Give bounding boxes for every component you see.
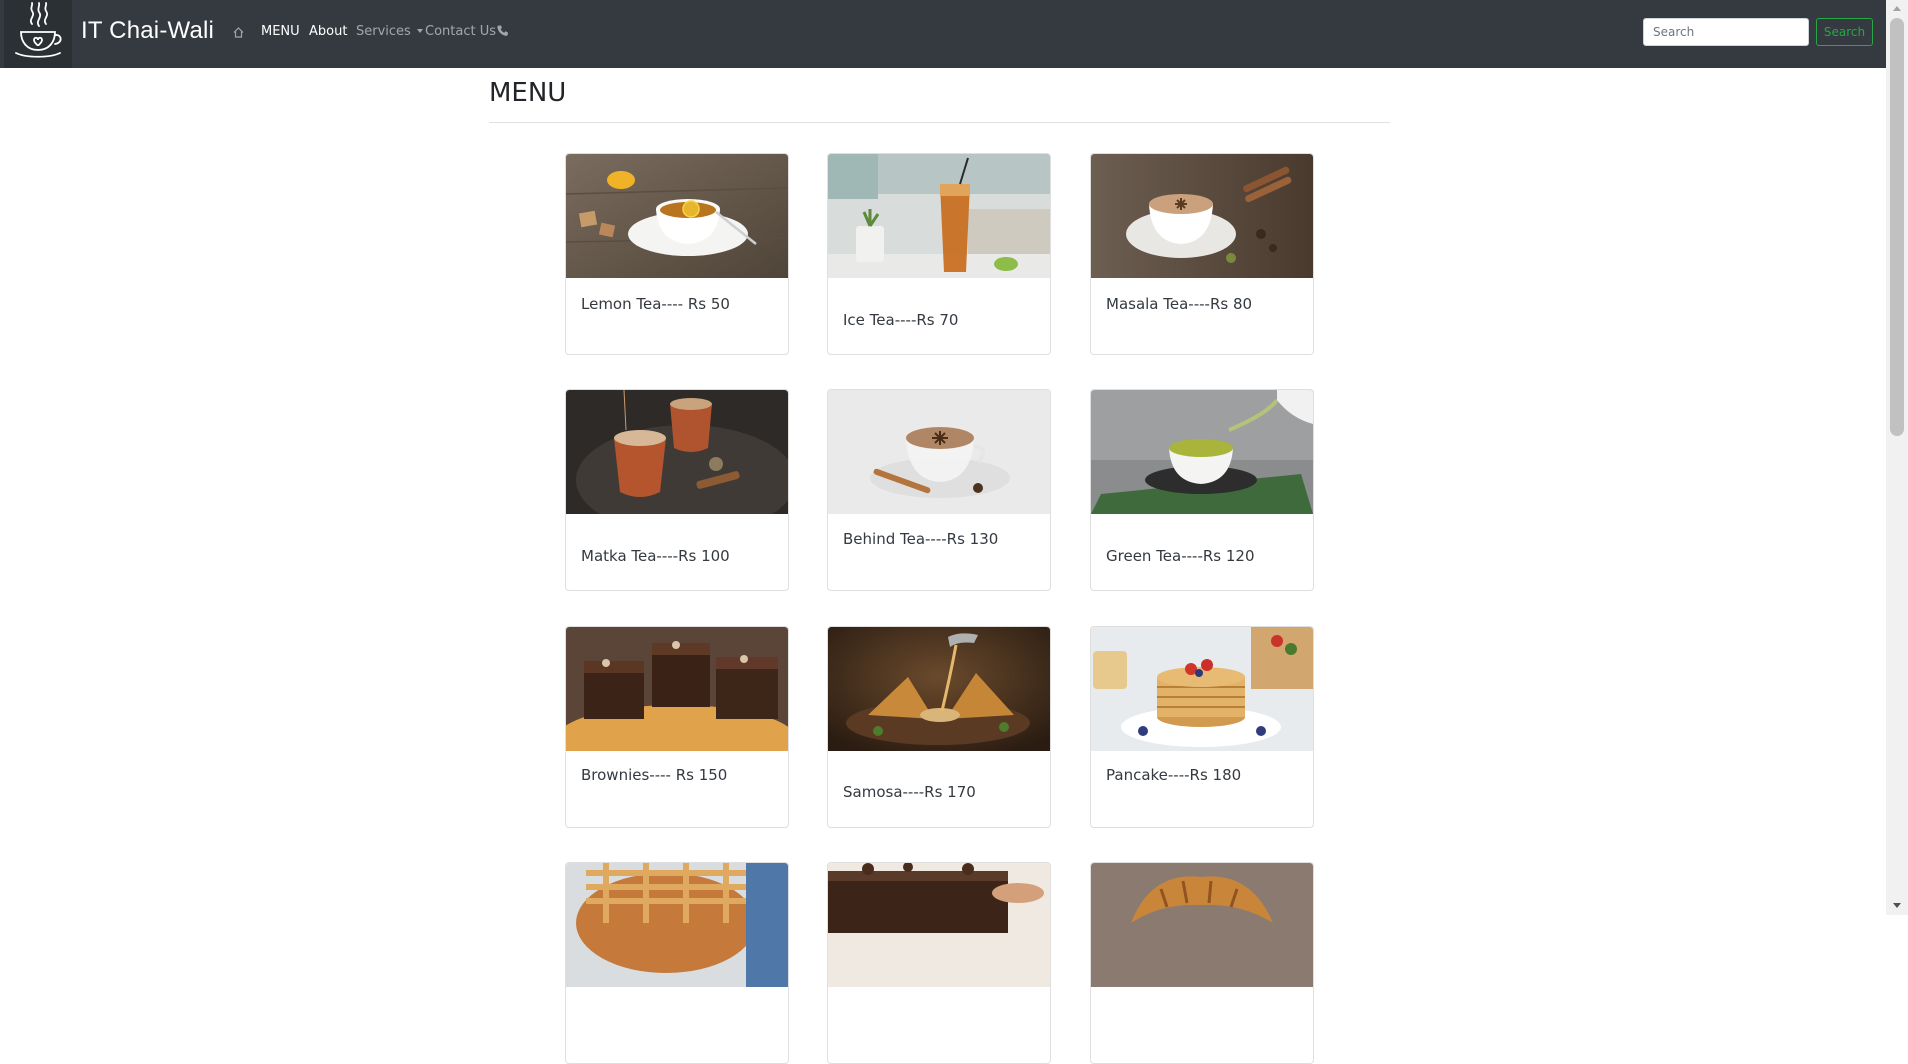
lemon-tea-image xyxy=(566,154,788,278)
menu-card-title: Pancake----Rs 180 xyxy=(1106,766,1242,784)
pie-image xyxy=(566,863,788,987)
menu-card-brownies[interactable]: Brownies---- Rs 150 xyxy=(565,626,789,828)
menu-card-title: Ice Tea----Rs 70 xyxy=(843,311,959,329)
menu-card-behind-tea[interactable]: Behind Tea----Rs 130 xyxy=(827,389,1051,591)
navbar: IT Chai-Wali MENU About Services Contact… xyxy=(0,0,1886,68)
behind-tea-image xyxy=(828,390,1050,514)
menu-card-samosa[interactable]: Samosa----Rs 170 xyxy=(827,626,1051,828)
nav-about[interactable]: About xyxy=(309,24,347,39)
menu-card-title: Green Tea----Rs 120 xyxy=(1106,547,1255,565)
page-scrollbar[interactable] xyxy=(1886,0,1908,915)
scrollbar-thumb[interactable] xyxy=(1890,18,1904,436)
scroll-up-arrow-icon[interactable] xyxy=(1893,6,1901,11)
chevron-down-icon xyxy=(416,29,423,33)
nav-menu[interactable]: MENU xyxy=(261,24,300,39)
brownies-image xyxy=(566,627,788,751)
menu-card-cake[interactable] xyxy=(827,862,1051,1064)
green-tea-image xyxy=(1091,390,1313,514)
nav-contact-label: Contact Us xyxy=(425,24,496,39)
menu-card-pancake[interactable]: Pancake----Rs 180 xyxy=(1090,626,1314,828)
search-input[interactable] xyxy=(1643,18,1809,46)
brand-name[interactable]: IT Chai-Wali xyxy=(81,17,214,45)
search-button[interactable]: Search xyxy=(1816,18,1873,46)
croissant-image xyxy=(1091,863,1313,987)
menu-card-green-tea[interactable]: Green Tea----Rs 120 xyxy=(1090,389,1314,591)
masala-tea-image xyxy=(1091,154,1313,278)
cake-image xyxy=(828,863,1050,987)
menu-card-title: Masala Tea----Rs 80 xyxy=(1106,295,1253,313)
menu-card-title: Lemon Tea---- Rs 50 xyxy=(581,295,730,313)
menu-card-ice-tea[interactable]: Ice Tea----Rs 70 xyxy=(827,153,1051,355)
menu-card-matka-tea[interactable]: Matka Tea----Rs 100 xyxy=(565,389,789,591)
nav-services-label: Services xyxy=(356,24,411,39)
brand-logo[interactable] xyxy=(4,0,72,68)
menu-card-title: Matka Tea----Rs 100 xyxy=(581,547,730,565)
menu-card-masala-tea[interactable]: Masala Tea----Rs 80 xyxy=(1090,153,1314,355)
menu-card-title: Behind Tea----Rs 130 xyxy=(843,530,999,548)
menu-card-lemon-tea[interactable]: Lemon Tea---- Rs 50 xyxy=(565,153,789,355)
ice-tea-image xyxy=(828,154,1050,278)
title-divider xyxy=(489,122,1390,123)
chai-cup-steam-icon xyxy=(15,2,62,58)
scroll-down-arrow-icon[interactable] xyxy=(1893,903,1901,908)
page-title: MENU xyxy=(489,78,567,108)
nav-contact[interactable]: Contact Us xyxy=(425,24,509,39)
matka-tea-image xyxy=(566,390,788,514)
menu-card-title: Samosa----Rs 170 xyxy=(843,783,976,801)
home-icon[interactable] xyxy=(232,24,245,43)
samosa-image xyxy=(828,627,1050,751)
nav-services-dropdown[interactable]: Services xyxy=(356,24,423,39)
menu-card-croissant[interactable] xyxy=(1090,862,1314,1064)
pancake-image xyxy=(1091,627,1313,751)
phone-icon xyxy=(497,25,508,36)
menu-card-title: Brownies---- Rs 150 xyxy=(581,766,728,784)
menu-card-pie[interactable] xyxy=(565,862,789,1064)
